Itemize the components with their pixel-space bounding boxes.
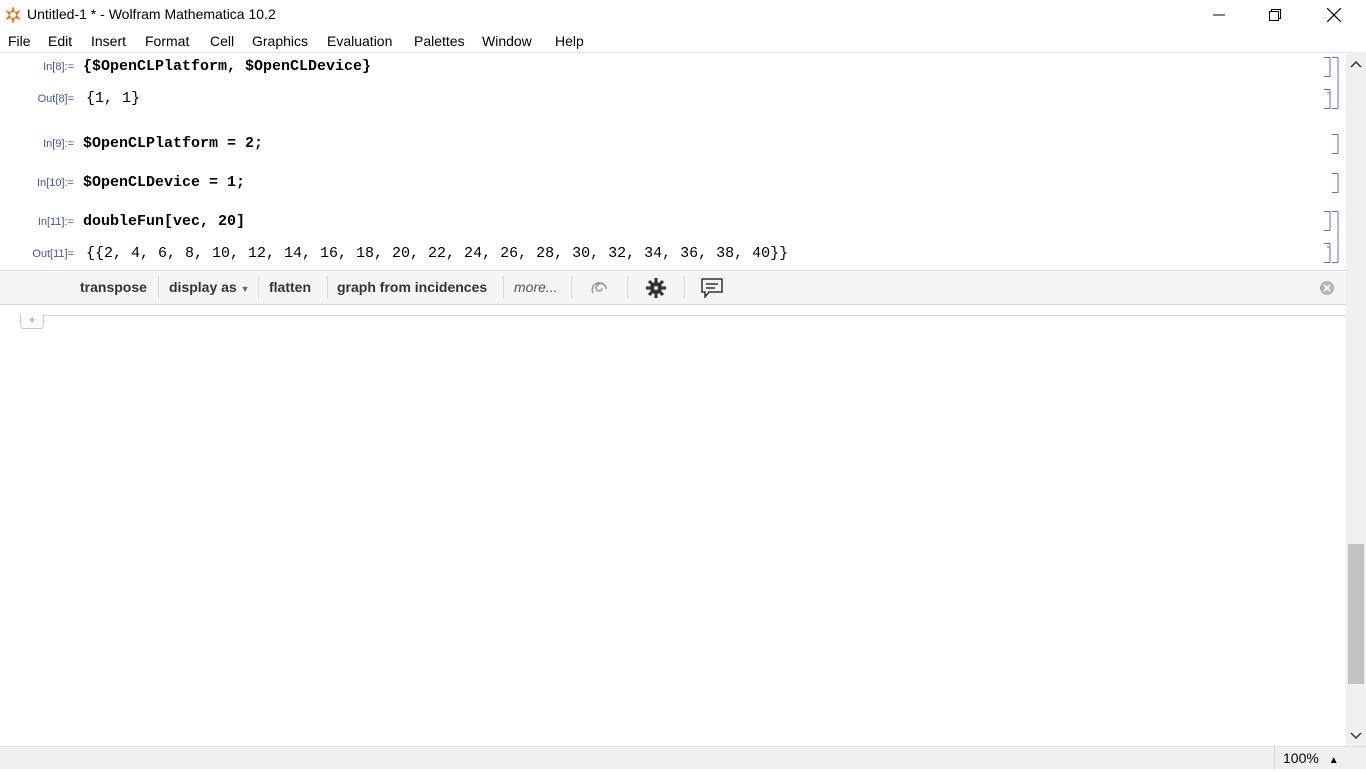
- cell-label-in9: In[9]:=: [43, 138, 74, 150]
- close-suggestions-icon[interactable]: [1319, 280, 1335, 296]
- scrollbar-thumb[interactable]: [1348, 544, 1364, 684]
- status-bar: 100% ▲: [0, 746, 1366, 769]
- suggestion-graph-from-incidences[interactable]: graph from incidences: [327, 271, 497, 304]
- cell-insertion-line: [20, 315, 1346, 316]
- menu-graphics[interactable]: Graphics: [252, 33, 308, 49]
- vertical-scrollbar[interactable]: [1346, 52, 1366, 746]
- menu-file[interactable]: File: [8, 33, 31, 49]
- output-cell-11[interactable]: {{2, 4, 6, 8, 10, 12, 14, 16, 18, 20, 22…: [86, 245, 788, 262]
- cell-bracket-out8[interactable]: [1322, 89, 1340, 109]
- menu-palettes[interactable]: Palettes: [414, 33, 465, 49]
- minimize-icon: [1213, 14, 1225, 16]
- suggestions-bar: transpose display as ▼ flatten graph fro…: [0, 270, 1346, 305]
- output-cell-8[interactable]: {1, 1}: [86, 90, 140, 107]
- input-cell-8[interactable]: {$OpenCLPlatform, $OpenCLDevice}: [83, 58, 371, 75]
- suggestion-divider: [627, 276, 628, 299]
- zoom-up-arrow-icon[interactable]: ▲: [1329, 755, 1339, 766]
- cell-bracket-in9[interactable]: [1330, 134, 1340, 154]
- zoom-control[interactable]: 100% ▲: [1274, 747, 1355, 769]
- suggestion-divider: [684, 276, 685, 299]
- cell-label-out11: Out[11]=: [32, 248, 74, 260]
- suggestion-display-as-label: display as: [169, 279, 237, 295]
- add-cell-button[interactable]: +: [20, 312, 44, 329]
- input-cell-10[interactable]: $OpenCLDevice = 1;: [83, 174, 245, 191]
- title-bar: Untitled-1 * - Wolfram Mathematica 10.2: [0, 0, 1366, 30]
- restore-button[interactable]: [1246, 0, 1304, 30]
- suggestion-more[interactable]: more...: [504, 271, 568, 304]
- cell-label-in11: In[11]:=: [37, 216, 74, 228]
- restore-icon: [1269, 9, 1281, 21]
- menu-cell[interactable]: Cell: [210, 33, 234, 49]
- menu-bar: File Edit Insert Format Cell Graphics Ev…: [0, 30, 1366, 52]
- suggestion-display-as[interactable]: display as ▼: [159, 271, 260, 304]
- input-cell-11[interactable]: doubleFun[vec, 20]: [83, 213, 245, 230]
- undo-spiral-icon[interactable]: [589, 280, 611, 296]
- gear-icon[interactable]: [645, 277, 667, 299]
- close-button[interactable]: [1305, 0, 1363, 30]
- window-title: Untitled-1 * - Wolfram Mathematica 10.2: [27, 6, 276, 22]
- suggestion-transpose[interactable]: transpose: [70, 271, 157, 304]
- scroll-up-arrow-icon[interactable]: [1350, 60, 1362, 68]
- scroll-down-arrow-icon[interactable]: [1350, 732, 1362, 740]
- feedback-comment-icon[interactable]: [701, 278, 723, 298]
- menu-window[interactable]: Window: [482, 33, 532, 49]
- suggestion-flatten[interactable]: flatten: [259, 271, 321, 304]
- menu-evaluation[interactable]: Evaluation: [327, 33, 392, 49]
- cell-bracket-out11[interactable]: [1322, 243, 1340, 263]
- menu-edit[interactable]: Edit: [48, 33, 72, 49]
- menu-help[interactable]: Help: [555, 33, 584, 49]
- cell-bracket-in10[interactable]: [1330, 173, 1340, 193]
- suggestion-divider: [571, 276, 572, 299]
- cell-label-in8: In[8]:=: [43, 61, 74, 73]
- menu-format[interactable]: Format: [145, 33, 189, 49]
- plus-icon: +: [28, 312, 36, 327]
- minimize-button[interactable]: [1190, 0, 1248, 30]
- input-cell-9[interactable]: $OpenCLPlatform = 2;: [83, 135, 263, 152]
- cell-label-out8: Out[8]=: [37, 93, 74, 105]
- zoom-level: 100%: [1283, 750, 1319, 766]
- dropdown-arrow-icon: ▼: [240, 284, 250, 294]
- close-icon: [1327, 8, 1341, 22]
- notebook-area[interactable]: In[8]:= {$OpenCLPlatform, $OpenCLDevice}…: [0, 52, 1346, 747]
- cell-label-in10: In[10]:=: [36, 177, 74, 189]
- mathematica-logo-icon: [5, 6, 21, 24]
- menu-insert[interactable]: Insert: [91, 33, 126, 49]
